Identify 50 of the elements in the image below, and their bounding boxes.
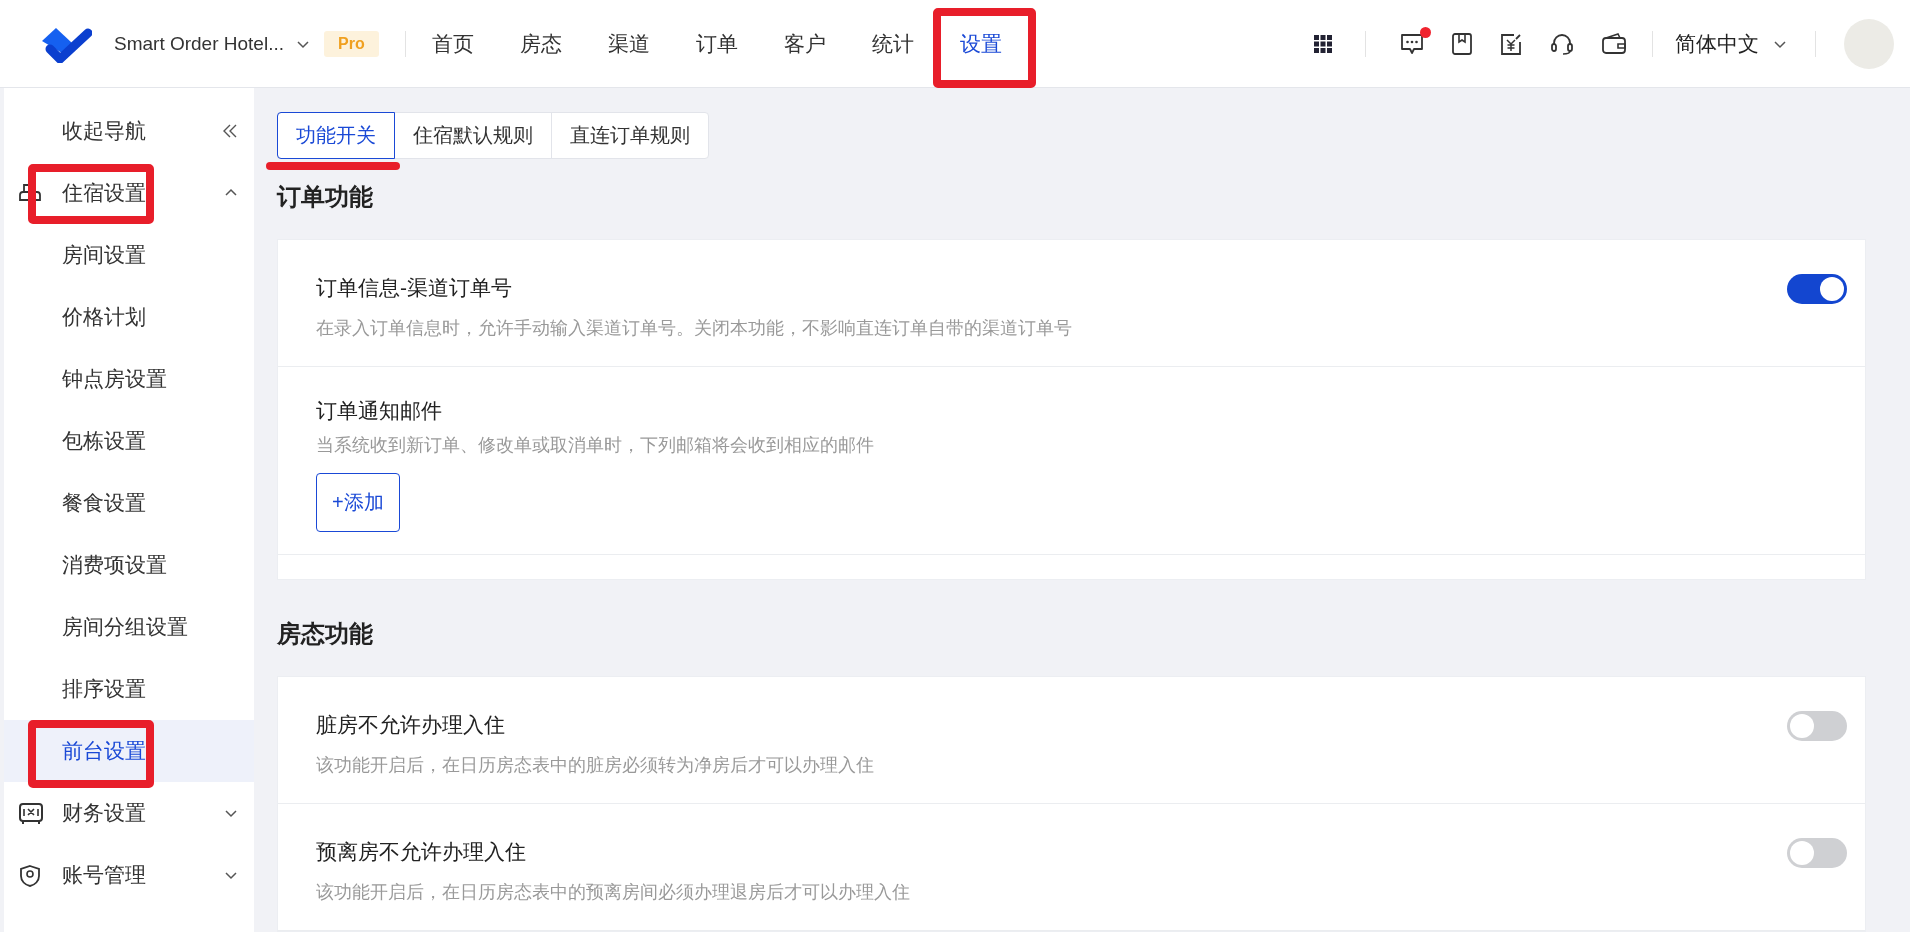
add-button[interactable]: +添加 (316, 473, 400, 532)
setting-title: 脏房不允许办理入住 (316, 712, 506, 738)
nav-item[interactable]: 消费项设置 (62, 551, 167, 579)
plan-badge: Pro (324, 30, 379, 57)
nav-item[interactable]: 餐食设置 (62, 489, 146, 517)
setting-description: 在录入订单信息时，允许手动输入渠道订单号。关闭本功能，不影响直连订单自带的渠道订单号 (316, 317, 1073, 340)
chat-icon[interactable] (1399, 31, 1425, 56)
hotel-name[interactable]: Smart Order Hotel... (114, 32, 284, 55)
nav-item[interactable]: 首页 (431, 29, 474, 58)
cashbox-icon (18, 802, 44, 826)
nav-item[interactable]: 房态 (519, 29, 562, 58)
section-heading: 订单功能 (277, 182, 374, 212)
nav-group[interactable]: 财务设置 (62, 799, 146, 827)
nav-item[interactable]: 统计 (871, 29, 914, 58)
tab[interactable]: 直连订单规则 (551, 113, 708, 158)
nav-group[interactable]: 账号管理 (62, 861, 146, 889)
bed-icon (18, 182, 42, 204)
toggle-switch[interactable] (1787, 711, 1847, 741)
setting-description: 该功能开启后，在日历房态表中的脏房必须转为净房后才可以办理入住 (316, 754, 875, 777)
setting-title: 订单通知邮件 (316, 398, 443, 424)
nav-item[interactable]: 房间分组设置 (62, 613, 188, 641)
shield-user-icon (18, 864, 42, 888)
setting-title: 订单信息-渠道订单号 (316, 275, 513, 301)
setting-description: 当系统收到新订单、修改单或取消单时，下列邮箱将会收到相应的邮件 (316, 434, 875, 457)
headset-icon[interactable] (1549, 31, 1575, 56)
toggle-switch[interactable] (1787, 838, 1847, 868)
nav-item[interactable]: 价格计划 (62, 303, 146, 331)
yuan-receipt-icon[interactable] (1499, 31, 1523, 56)
collapse-nav-label[interactable]: 收起导航 (62, 117, 146, 145)
nav-item[interactable]: 钟点房设置 (62, 365, 167, 393)
bookmark-icon[interactable] (1451, 31, 1473, 56)
nav-item[interactable]: 前台设置 (62, 737, 146, 765)
section-heading: 房态功能 (277, 619, 374, 649)
setting-description: 该功能开启后，在日历房态表中的预离房间必须办理退房后才可以办理入住 (316, 881, 911, 904)
nav-item[interactable]: 设置 (959, 29, 1002, 58)
tab[interactable]: 住宿默认规则 (394, 113, 551, 158)
nav-group[interactable]: 住宿设置 (62, 179, 146, 207)
collapse-icon[interactable] (222, 123, 238, 139)
nav-item[interactable]: 客户 (783, 29, 826, 58)
nav-item[interactable]: 订单 (695, 29, 738, 58)
wallet-icon[interactable] (1601, 31, 1627, 56)
tab[interactable]: 功能开关 (277, 112, 395, 159)
nav-item[interactable]: 包栋设置 (62, 427, 146, 455)
nav-item[interactable]: 排序设置 (62, 675, 146, 703)
nav-item[interactable]: 渠道 (607, 29, 650, 58)
nav-item[interactable]: 房间设置 (62, 241, 146, 269)
apps-grid-icon[interactable] (1314, 34, 1332, 53)
setting-title: 预离房不允许办理入住 (316, 839, 527, 865)
language-selector[interactable]: 简体中文 (1675, 29, 1759, 58)
toggle-switch[interactable] (1787, 274, 1847, 304)
